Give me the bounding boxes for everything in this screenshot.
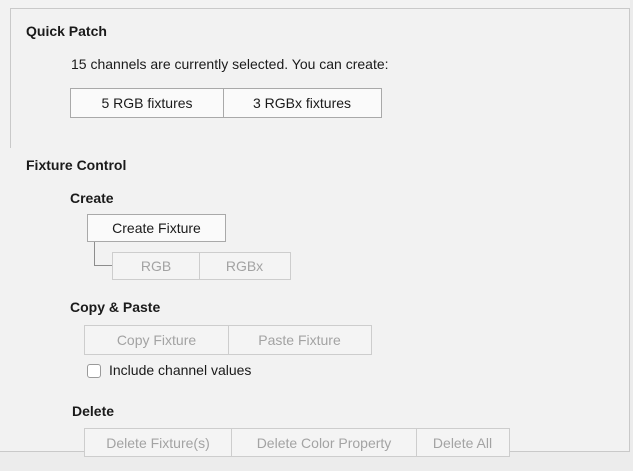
delete-buttons: Delete Fixture(s) Delete Color Property …: [84, 428, 510, 457]
include-channel-values-label: Include channel values: [109, 362, 252, 378]
copy-fixture-button[interactable]: Copy Fixture: [85, 326, 228, 354]
delete-color-property-button[interactable]: Delete Color Property: [231, 429, 416, 456]
panel-border: [629, 8, 630, 452]
panel-border: [10, 8, 630, 9]
quick-patch-options: 5 RGB fixtures 3 RGBx fixtures: [70, 88, 382, 118]
delete-heading: Delete: [72, 403, 115, 419]
paste-fixture-button[interactable]: Paste Fixture: [228, 326, 370, 354]
delete-fixtures-button[interactable]: Delete Fixture(s): [85, 429, 231, 456]
panel-border: [10, 8, 11, 148]
copy-paste-buttons: Copy Fixture Paste Fixture: [84, 325, 372, 355]
rgbx-type-button[interactable]: RGBx: [199, 253, 289, 279]
delete-all-button[interactable]: Delete All: [416, 429, 508, 456]
include-channel-values-checkbox[interactable]: [87, 364, 101, 378]
fixture-type-selector: RGB RGBx: [112, 252, 291, 280]
create-heading: Create: [70, 190, 114, 206]
quick-patch-heading: Quick Patch: [26, 23, 107, 39]
rgb-type-button[interactable]: RGB: [113, 253, 199, 279]
tree-connector: [94, 265, 112, 266]
create-fixture-button[interactable]: Create Fixture: [87, 214, 226, 242]
fixture-control-heading: Fixture Control: [26, 157, 127, 173]
quick-patch-panel: Quick Patch 15 channels are currently se…: [0, 0, 630, 457]
create-rgb-fixtures-button[interactable]: 5 RGB fixtures: [71, 89, 223, 117]
copy-paste-heading: Copy & Paste: [70, 299, 161, 315]
create-rgbx-fixtures-button[interactable]: 3 RGBx fixtures: [223, 89, 380, 117]
tree-connector: [94, 242, 95, 265]
selection-summary: 15 channels are currently selected. You …: [71, 56, 389, 72]
